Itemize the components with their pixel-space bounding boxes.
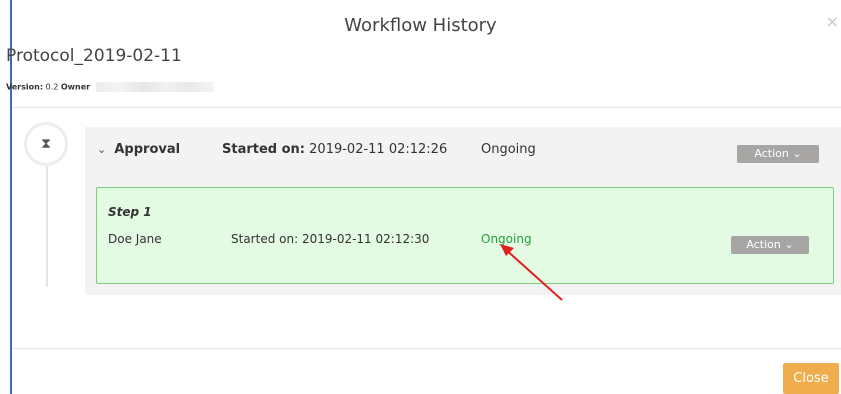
- close-button[interactable]: Close: [783, 363, 839, 394]
- annotation-arrow: [500, 244, 563, 301]
- footer-divider: [12, 348, 841, 349]
- step-started-label: Started on:: [231, 232, 299, 246]
- modal-title: Workflow History: [344, 15, 497, 36]
- approval-toggle[interactable]: ⌄ Approval: [97, 142, 180, 157]
- approval-status: Ongoing: [481, 142, 536, 157]
- timeline-line: [46, 150, 48, 287]
- step-assignee: Doe Jane: [108, 232, 162, 246]
- header-divider: [12, 107, 841, 108]
- hourglass-icon: ⧗: [24, 122, 68, 166]
- approval-started-label: Started on:: [222, 142, 306, 157]
- approval-started: Started on: 2019-02-11 02:12:26: [222, 142, 447, 157]
- close-icon[interactable]: ×: [826, 12, 839, 31]
- approval-started-value: 2019-02-11 02:12:26: [309, 142, 448, 157]
- version-value: 0.2: [45, 82, 59, 92]
- owner-label: Owner: [60, 82, 91, 92]
- approval-label: Approval: [114, 142, 181, 157]
- step-title: Step 1: [108, 205, 152, 219]
- annotation-arrow-shaft: [503, 247, 563, 301]
- document-title: Protocol_2019-02-11: [6, 46, 182, 66]
- version-label: Version:: [6, 82, 44, 92]
- step-started: Started on: 2019-02-11 02:12:30: [231, 232, 429, 246]
- chevron-down-icon: ⌄: [97, 143, 107, 156]
- approval-action-button[interactable]: Action ⌄: [737, 145, 819, 163]
- step-action-button[interactable]: Action ⌄: [731, 236, 809, 254]
- step-card: [96, 187, 834, 284]
- step-started-value: 2019-02-11 02:12:30: [301, 232, 430, 246]
- document-meta: Version: 0.2 Owner: [6, 82, 214, 92]
- owner-name-redacted: [95, 82, 214, 92]
